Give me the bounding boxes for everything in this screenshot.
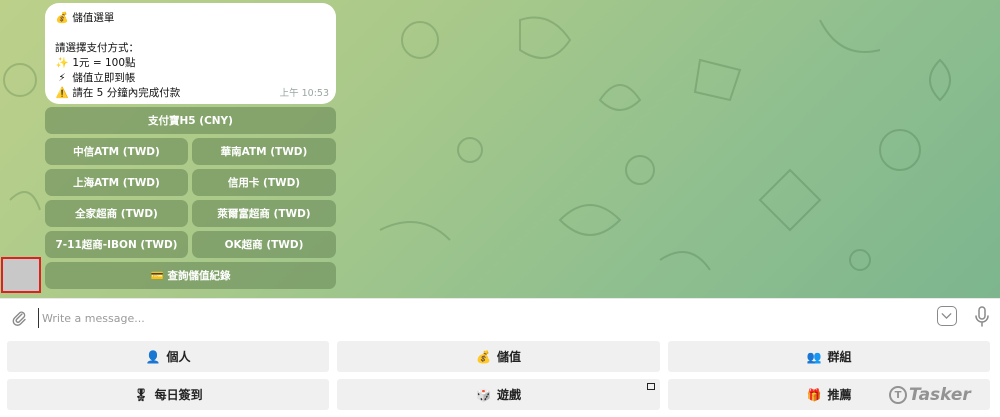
window-icon: [647, 383, 655, 390]
gift-icon: 🎁: [806, 387, 822, 402]
lightning-icon: ⚡: [58, 72, 66, 84]
tasker-logo-icon: T: [889, 386, 907, 404]
money-bag-icon: 💰: [476, 349, 491, 364]
credit-card-icon: 💳: [150, 270, 164, 282]
warning-icon: ⚠️: [55, 87, 69, 99]
topup-button[interactable]: 💰 儲值: [337, 341, 660, 372]
games-button[interactable]: 🎲 遊戲: [337, 379, 660, 410]
message-time: 上午 10:53: [279, 88, 329, 99]
groups-label: 群組: [827, 350, 852, 364]
microphone-icon[interactable]: [974, 306, 990, 328]
topup-history-label: 查詢儲值紀錄: [167, 270, 231, 282]
pay-scsb-atm-button[interactable]: 上海ATM (TWD): [45, 169, 188, 196]
message-prompt: 請選擇支付方式：: [55, 42, 139, 54]
message-input[interactable]: [38, 308, 924, 328]
user-icon: 👤: [145, 349, 161, 364]
tasker-watermark: T Tasker: [889, 385, 971, 405]
tasker-watermark-text: Tasker: [909, 385, 971, 405]
pay-seven-ibon-button[interactable]: 7-11超商-IBON (TWD): [45, 231, 188, 258]
group-icon: 👥: [806, 349, 822, 364]
message-title-row: 💰 儲值選單: [55, 11, 326, 26]
games-label: 遊戲: [496, 388, 521, 402]
sparkles-icon: ✨: [55, 57, 69, 69]
profile-label: 個人: [166, 350, 191, 364]
chevron-down-icon: [941, 313, 952, 320]
pay-ctbc-atm-button[interactable]: 中信ATM (TWD): [45, 138, 188, 165]
message-deadline: 請在 5 分鐘內完成付款: [72, 87, 181, 99]
pay-ok-mart-button[interactable]: OK超商 (TWD): [192, 231, 336, 258]
keyboard-toggle-button[interactable]: [937, 306, 957, 326]
bot-message-bubble: 💰 儲值選單 請選擇支付方式： ✨ 1元 = 100點 ⚡ 儲值立即到帳 ⚠️ …: [45, 3, 336, 104]
dice-icon: 🎲: [476, 387, 491, 402]
groups-button[interactable]: 👥 群組: [668, 341, 990, 372]
pay-credit-card-button[interactable]: 信用卡 (TWD): [192, 169, 336, 196]
daily-checkin-label: 每日簽到: [154, 388, 203, 402]
avatar[interactable]: [1, 257, 41, 293]
message-instant: 儲值立即到帳: [72, 72, 136, 84]
money-bag-icon: 💰: [55, 12, 69, 24]
pay-hncb-atm-button[interactable]: 華南ATM (TWD): [192, 138, 336, 165]
message-rate: 1元 = 100點: [72, 57, 136, 69]
pay-familymart-button[interactable]: 全家超商 (TWD): [45, 200, 188, 227]
daily-checkin-button[interactable]: 🎖 每日簽到: [7, 379, 329, 410]
pay-alipay-h5-button[interactable]: 支付寶H5 (CNY): [45, 107, 336, 134]
message-instant-row: ⚡ 儲值立即到帳: [55, 71, 326, 86]
topup-history-button[interactable]: 💳 查詢儲值紀錄: [45, 262, 336, 289]
referral-label: 推薦: [827, 388, 852, 402]
message-title: 儲值選單: [72, 12, 115, 24]
message-rate-row: ✨ 1元 = 100點: [55, 56, 326, 71]
medal-icon: 🎖: [133, 387, 149, 402]
paperclip-icon[interactable]: [11, 310, 27, 326]
pay-hilife-button[interactable]: 萊爾富超商 (TWD): [192, 200, 336, 227]
topup-label: 儲值: [496, 350, 521, 364]
profile-button[interactable]: 👤 個人: [7, 341, 329, 372]
